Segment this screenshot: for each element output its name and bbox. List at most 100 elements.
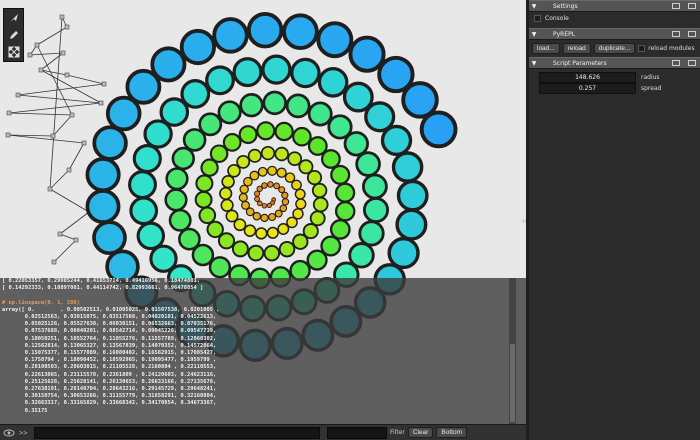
spiral-circle (286, 216, 298, 229)
spiral-circle (179, 28, 217, 66)
console-line: 0.02512563, 0.03015075, 0.03517588, 0.04… (24, 314, 217, 321)
graph-edge (49, 169, 70, 190)
spiral-circle (239, 93, 264, 118)
graph-edge (49, 16, 63, 190)
spiral-circle (330, 164, 351, 185)
reload-button[interactable]: reload (562, 43, 591, 54)
graph-node (6, 110, 12, 116)
save-icon[interactable] (688, 60, 696, 66)
graph-edge (29, 52, 64, 56)
console-toggle-row[interactable]: Console (529, 12, 700, 24)
folder-icon[interactable] (672, 3, 680, 9)
collapse-triangle-icon[interactable]: ▼ (529, 3, 539, 10)
spiral-circle (255, 227, 268, 240)
spiral-circle (219, 186, 233, 201)
spiral-circle (391, 151, 424, 183)
graph-node (50, 133, 56, 139)
spiral-circle (362, 196, 390, 224)
spiral-circle (355, 151, 381, 177)
spiral-circle (256, 121, 276, 141)
spiral-circle (206, 220, 224, 239)
scrollbar-thumb[interactable] (510, 344, 515, 422)
console-filter-input[interactable] (327, 426, 387, 439)
graph-node (27, 52, 33, 58)
console-line: 0.35175 (24, 407, 48, 414)
spiral-circle (266, 226, 279, 239)
spiral-circle (292, 233, 309, 250)
spread-value-field[interactable]: 0.257 (539, 83, 636, 94)
arrow-pointer-icon[interactable] (7, 11, 21, 25)
graph-edge (8, 112, 73, 116)
spiral-circle (312, 196, 329, 213)
spiral-circle (261, 54, 292, 85)
eye-icon[interactable] (2, 428, 16, 438)
console-line: 0.25125628, 0.25628141, 0.26130653, 0.26… (24, 378, 217, 385)
console-output[interactable]: [ 0.22053357, 0.29985244, 0.41653714, 0.… (0, 278, 526, 424)
console-line: 0.12562814, 0.13065327, 0.13567839, 0.14… (24, 342, 217, 349)
spiral-circle (317, 66, 349, 98)
spiral-circle (396, 179, 429, 212)
spiral-circle (180, 78, 211, 109)
spiral-circle (132, 144, 162, 174)
spiral-circle (320, 149, 341, 169)
spiral-circle (129, 196, 159, 226)
spiral-circle (278, 240, 296, 258)
graph-edge (49, 188, 90, 213)
spiral-circle (92, 125, 128, 161)
spiral-circle (257, 166, 268, 177)
spiral-circle (260, 145, 276, 161)
reload-modules-checkbox[interactable] (638, 45, 646, 52)
settings-header[interactable]: ▼ Settings (529, 0, 700, 12)
spiral-circle (311, 182, 328, 199)
console-line: 0.22613065, 0.23115578, 0.2361809 , 0.24… (24, 371, 217, 378)
console-checkbox[interactable] (534, 14, 541, 22)
console-scrollbar[interactable] (509, 278, 516, 424)
load-button[interactable]: load... (532, 43, 560, 54)
param-row-radius[interactable]: 148.626 radius (529, 72, 700, 83)
spiral-circle (222, 133, 242, 152)
pyrepl-title: PyREPL (553, 30, 576, 38)
clear-button[interactable]: Clear (407, 427, 434, 438)
pyrepl-header[interactable]: ▼ PyREPL (529, 28, 700, 40)
expand-icon[interactable] (7, 45, 21, 59)
duplicate-button[interactable]: duplicate... (593, 43, 636, 54)
spiral-circle (274, 209, 283, 218)
spiral-circle (85, 157, 121, 193)
spiral-circle (231, 240, 249, 258)
radius-value-field[interactable]: 148.626 (539, 72, 636, 83)
spiral-circle (401, 81, 439, 119)
radius-label: radius (641, 74, 660, 81)
spiral-circle (419, 110, 458, 149)
graph-edge (36, 26, 68, 46)
graph-edge (53, 239, 77, 263)
spiral-circle (260, 213, 269, 223)
spiral-circle (85, 189, 121, 224)
splitter-grip-icon[interactable]: ‹› (522, 218, 527, 225)
spiral-circle (136, 221, 166, 251)
spiral-circle (294, 188, 306, 200)
save-icon[interactable] (688, 3, 696, 9)
bottom-button[interactable]: Bottom (436, 427, 467, 438)
graph-edge (52, 114, 73, 137)
console-line: 0.1758794 , 0.18090452, 0.18592965, 0.19… (24, 357, 217, 364)
folder-icon[interactable] (672, 31, 680, 37)
spiral-circle (358, 220, 385, 247)
graph-edge (66, 74, 105, 85)
spiral-circle (343, 131, 369, 157)
sketch-canvas[interactable]: [ 0.22053357, 0.29985244, 0.41653714, 0.… (0, 0, 526, 424)
param-row-spread[interactable]: 0.257 spread (529, 83, 700, 94)
script-parameters-header[interactable]: ▼ Script Parameters (529, 57, 700, 69)
collapse-triangle-icon[interactable]: ▼ (529, 60, 539, 67)
spiral-circle (238, 125, 258, 145)
spiral-circle (334, 200, 356, 222)
collapse-triangle-icon[interactable]: ▼ (529, 31, 539, 38)
save-icon[interactable] (688, 31, 696, 37)
spiral-circle (165, 167, 189, 191)
folder-icon[interactable] (672, 60, 680, 66)
pencil-icon[interactable] (7, 28, 21, 42)
graph-node (59, 14, 65, 20)
console-command-input[interactable] (34, 426, 320, 439)
spiral-circle (290, 57, 321, 89)
spiral-circle (281, 191, 289, 199)
spiral-circle (306, 170, 323, 186)
